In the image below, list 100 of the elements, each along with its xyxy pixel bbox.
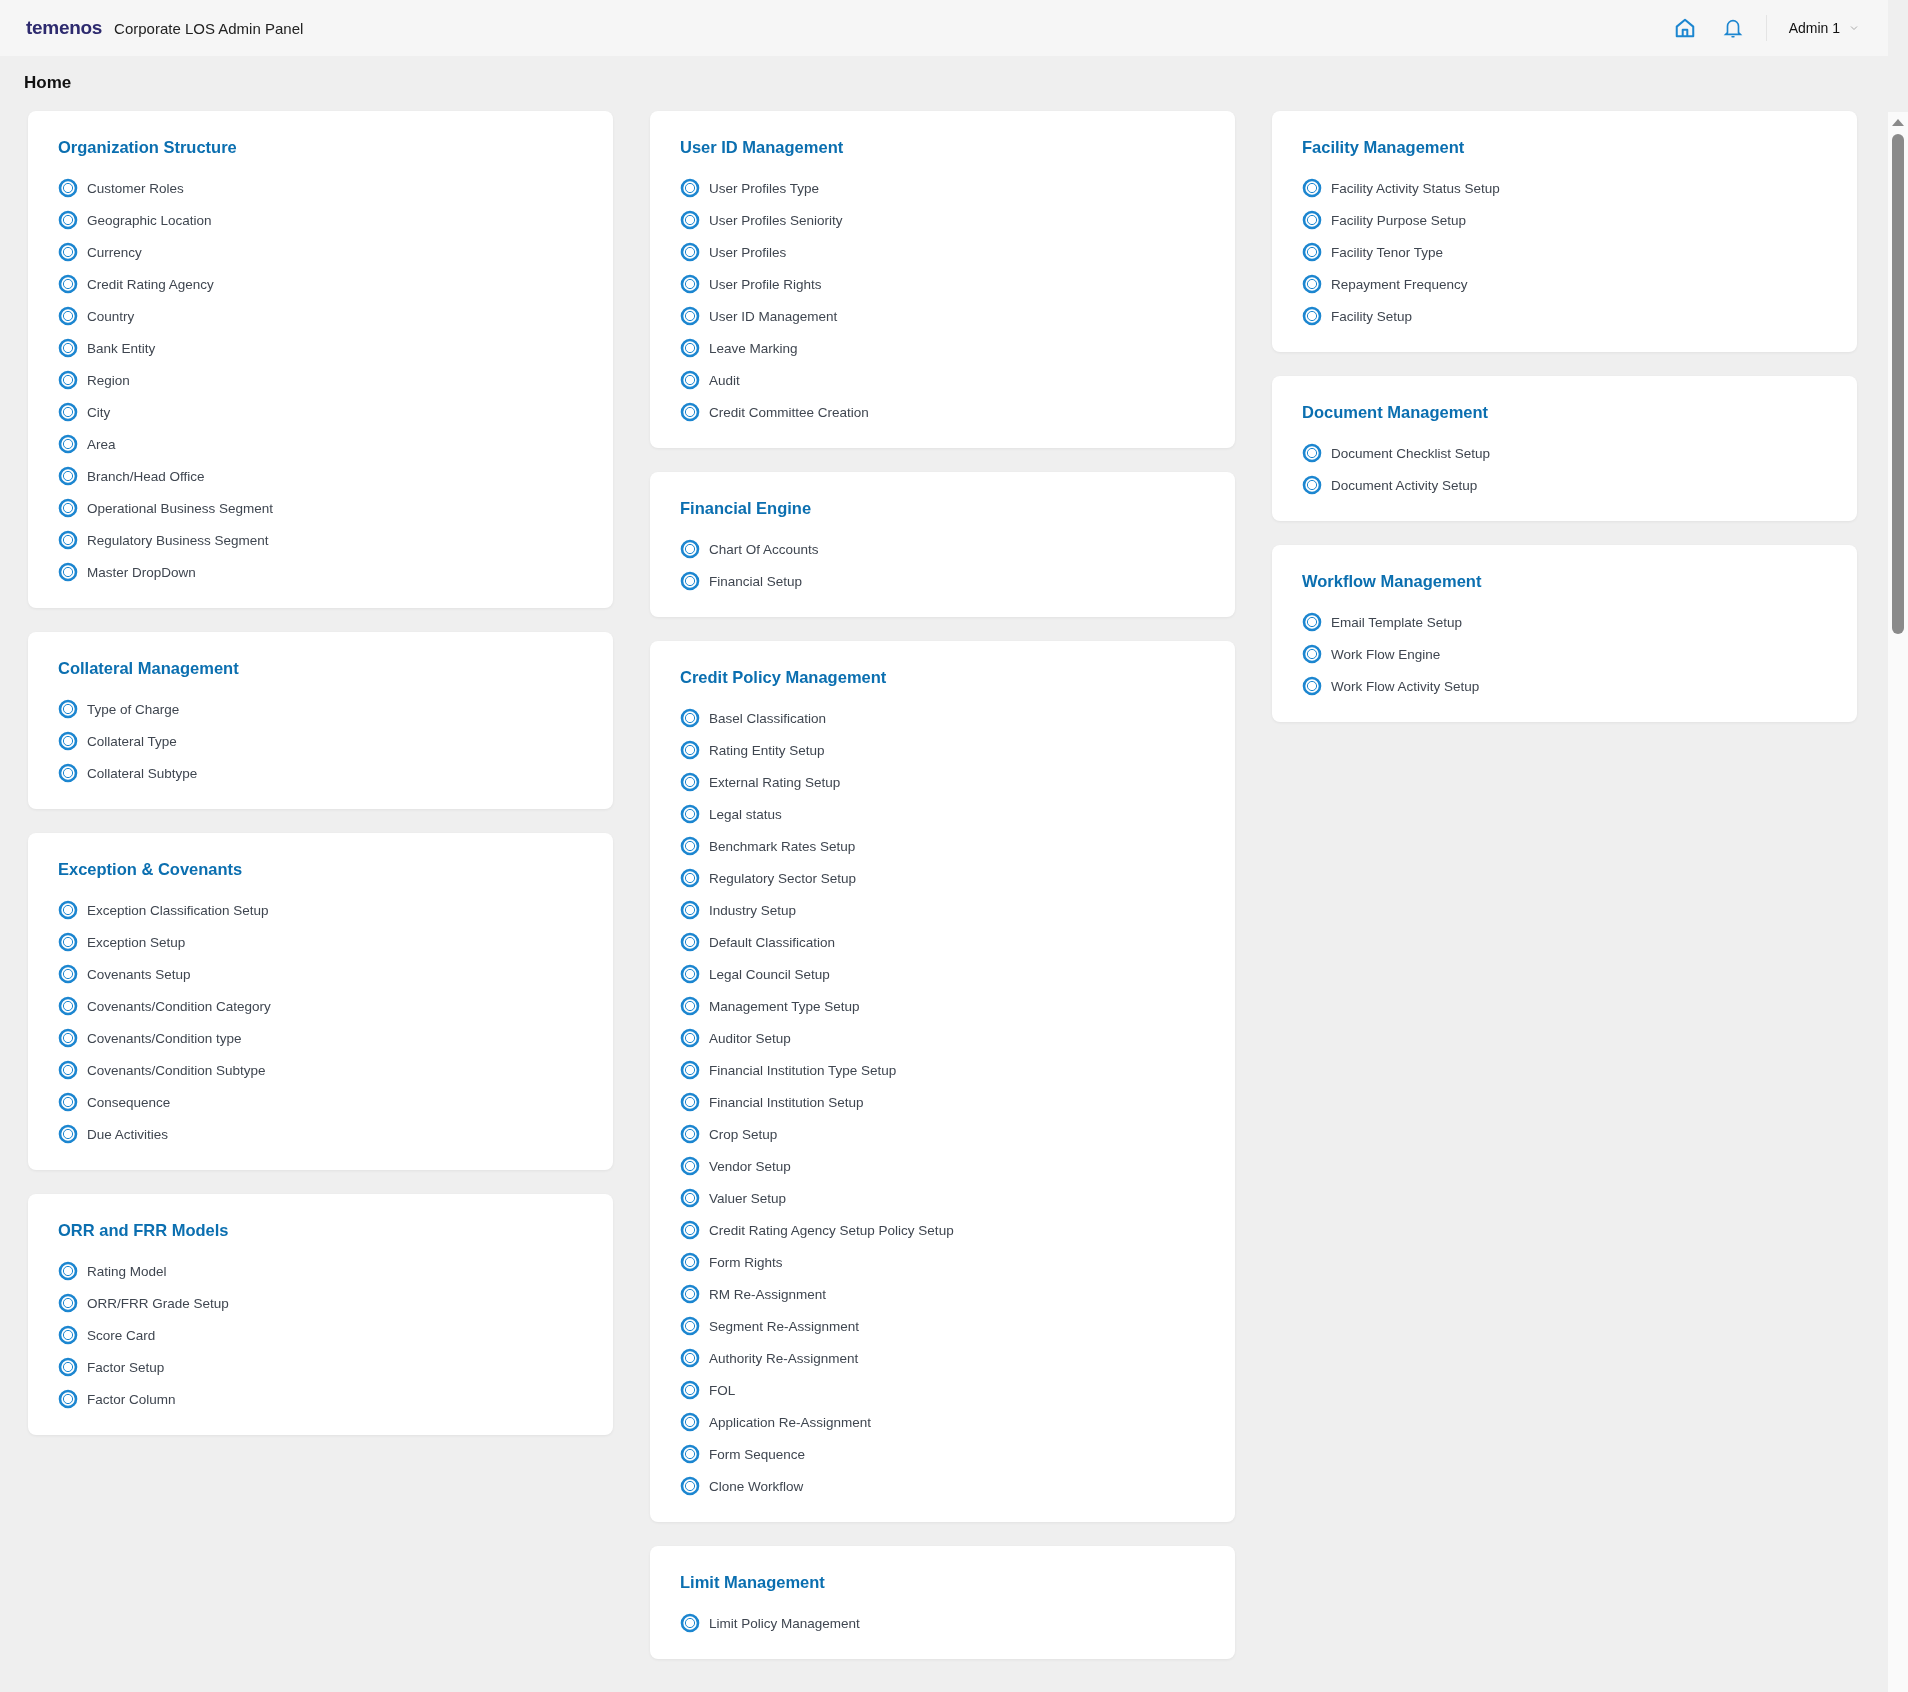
menu-link[interactable]: Country xyxy=(58,300,135,332)
radio-ring-icon xyxy=(680,1613,700,1633)
menu-link[interactable]: Application Re-Assignment xyxy=(680,1406,872,1438)
menu-link[interactable]: Exception Classification Setup xyxy=(58,894,269,926)
menu-link[interactable]: Covenants Setup xyxy=(58,958,191,990)
radio-ring-icon xyxy=(58,338,78,358)
menu-link[interactable]: User ID Management xyxy=(680,300,838,332)
radio-ring-icon xyxy=(58,1357,78,1377)
menu-link[interactable]: Management Type Setup xyxy=(680,990,860,1022)
menu-link[interactable]: Rating Model xyxy=(58,1255,167,1287)
radio-ring-icon xyxy=(1302,178,1322,198)
menu-link[interactable]: Bank Entity xyxy=(58,332,156,364)
menu-link[interactable]: Credit Committee Creation xyxy=(680,396,869,428)
menu-link[interactable]: Legal status xyxy=(680,798,782,830)
menu-link[interactable]: Covenants/Condition Subtype xyxy=(58,1054,266,1086)
menu-link[interactable]: Work Flow Engine xyxy=(1302,638,1441,670)
menu-link[interactable]: Document Checklist Setup xyxy=(1302,437,1491,469)
section-title: ORR and FRR Models xyxy=(58,1220,230,1241)
radio-ring-icon xyxy=(58,731,78,751)
menu-link[interactable]: Consequence xyxy=(58,1086,171,1118)
menu-link[interactable]: Credit Rating Agency xyxy=(58,268,214,300)
menu-link[interactable]: Industry Setup xyxy=(680,894,797,926)
section-title: User ID Management xyxy=(680,137,845,158)
menu-link[interactable]: External Rating Setup xyxy=(680,766,841,798)
menu-link[interactable]: Form Rights xyxy=(680,1246,783,1278)
menu-link[interactable]: Work Flow Activity Setup xyxy=(1302,670,1480,702)
menu-link[interactable]: Leave Marking xyxy=(680,332,798,364)
menu-link[interactable]: Area xyxy=(58,428,116,460)
menu-link[interactable]: Exception Setup xyxy=(58,926,186,958)
scroll-up-arrow-icon[interactable] xyxy=(1892,118,1904,126)
menu-link[interactable]: Master DropDown xyxy=(58,556,196,588)
menu-link[interactable]: User Profiles xyxy=(680,236,787,268)
menu-link[interactable]: Operational Business Segment xyxy=(58,492,274,524)
menu-link[interactable]: Factor Setup xyxy=(58,1351,165,1383)
menu-link[interactable]: Legal Council Setup xyxy=(680,958,830,990)
menu-link[interactable]: Repayment Frequency xyxy=(1302,268,1468,300)
menu-link[interactable]: Auditor Setup xyxy=(680,1022,791,1054)
radio-ring-icon xyxy=(58,434,78,454)
menu-link[interactable]: Rating Entity Setup xyxy=(680,734,825,766)
menu-link[interactable]: Facility Activity Status Setup xyxy=(1302,172,1500,204)
radio-ring-icon xyxy=(58,996,78,1016)
menu-link[interactable]: User Profile Rights xyxy=(680,268,822,300)
menu-link[interactable]: Due Activities xyxy=(58,1118,169,1150)
radio-ring-icon xyxy=(1302,612,1322,632)
menu-link[interactable]: Limit Policy Management xyxy=(680,1607,860,1639)
radio-ring-icon xyxy=(58,210,78,230)
radio-ring-icon xyxy=(58,1124,78,1144)
menu-link[interactable]: Currency xyxy=(58,236,142,268)
app-title: Corporate LOS Admin Panel xyxy=(114,19,304,37)
menu-link[interactable]: Financial Setup xyxy=(680,565,803,597)
menu-link[interactable]: Document Activity Setup xyxy=(1302,469,1478,501)
radio-ring-icon xyxy=(680,338,700,358)
menu-link[interactable]: Authority Re-Assignment xyxy=(680,1342,859,1374)
radio-ring-icon xyxy=(1302,306,1322,326)
menu-link[interactable]: Vendor Setup xyxy=(680,1150,791,1182)
menu-link[interactable]: ORR/FRR Grade Setup xyxy=(58,1287,229,1319)
menu-link[interactable]: Facility Tenor Type xyxy=(1302,236,1444,268)
menu-link[interactable]: Segment Re-Assignment xyxy=(680,1310,860,1342)
menu-link[interactable]: Basel Classification xyxy=(680,702,827,734)
menu-link[interactable]: Facility Setup xyxy=(1302,300,1413,332)
radio-ring-icon xyxy=(680,274,700,294)
menu-link[interactable]: Financial Institution Setup xyxy=(680,1086,864,1118)
menu-link[interactable]: Email Template Setup xyxy=(1302,606,1463,638)
menu-link[interactable]: Score Card xyxy=(58,1319,156,1351)
menu-link[interactable]: Form Sequence xyxy=(680,1438,806,1470)
menu-link[interactable]: Audit xyxy=(680,364,740,396)
radio-ring-icon xyxy=(58,402,78,422)
menu-link[interactable]: RM Re-Assignment xyxy=(680,1278,827,1310)
menu-link[interactable]: Regulatory Business Segment xyxy=(58,524,269,556)
menu-link[interactable]: Collateral Type xyxy=(58,725,177,757)
radio-ring-icon xyxy=(680,571,700,591)
menu-link[interactable]: Crop Setup xyxy=(680,1118,778,1150)
menu-link[interactable]: Type of Charge xyxy=(58,693,180,725)
menu-link[interactable]: Covenants/Condition Category xyxy=(58,990,271,1022)
menu-link[interactable]: Collateral Subtype xyxy=(58,757,198,789)
menu-link[interactable]: City xyxy=(58,396,111,428)
menu-link[interactable]: Region xyxy=(58,364,130,396)
menu-link[interactable]: Regulatory Sector Setup xyxy=(680,862,857,894)
menu-link[interactable]: Financial Institution Type Setup xyxy=(680,1054,897,1086)
menu-link[interactable]: User Profiles Seniority xyxy=(680,204,843,236)
menu-link[interactable]: Facility Purpose Setup xyxy=(1302,204,1467,236)
menu-link[interactable]: Factor Column xyxy=(58,1383,176,1415)
menu-link[interactable]: Valuer Setup xyxy=(680,1182,787,1214)
menu-link[interactable]: FOL xyxy=(680,1374,736,1406)
menu-link[interactable]: Credit Rating Agency Setup Policy Setup xyxy=(680,1214,954,1246)
menu-link[interactable]: Default Classification xyxy=(680,926,836,958)
menu-link[interactable]: Benchmark Rates Setup xyxy=(680,830,856,862)
scrollbar-thumb[interactable] xyxy=(1892,134,1904,634)
menu-link[interactable]: Branch/Head Office xyxy=(58,460,205,492)
menu-link[interactable]: Geographic Location xyxy=(58,204,212,236)
user-menu[interactable]: Admin 1 xyxy=(1784,16,1862,40)
radio-ring-icon xyxy=(1302,676,1322,696)
menu-link[interactable]: Chart Of Accounts xyxy=(680,533,819,565)
menu-link[interactable]: User Profiles Type xyxy=(680,172,820,204)
radio-ring-icon xyxy=(680,996,700,1016)
radio-ring-icon xyxy=(1302,644,1322,664)
menu-link[interactable]: Clone Workflow xyxy=(680,1470,804,1502)
menu-link[interactable]: Customer Roles xyxy=(58,172,184,204)
menu-link[interactable]: Covenants/Condition type xyxy=(58,1022,242,1054)
radio-ring-icon xyxy=(680,1188,700,1208)
